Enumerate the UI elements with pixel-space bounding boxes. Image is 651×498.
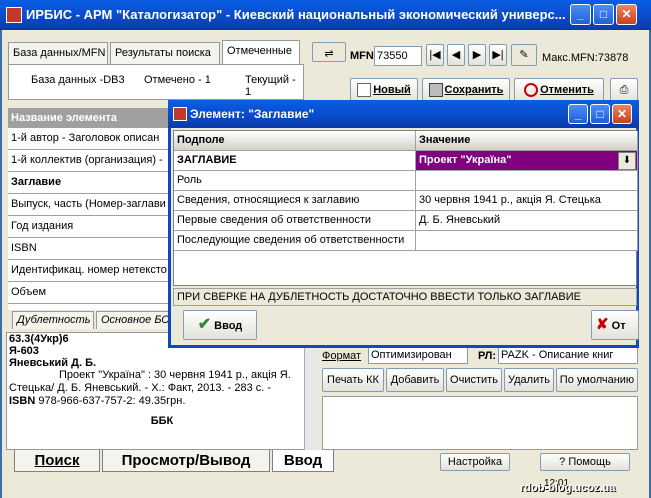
mfn-input[interactable]: 73550 [374,46,422,66]
format-select[interactable]: Оптимизирован [368,346,468,364]
help-button[interactable]: ? Помощь [540,453,630,471]
subfield-value[interactable]: 30 червня 1941 р., акція Я. Стецька [416,191,638,211]
field-row[interactable]: ISBN [8,238,172,260]
help-label: Помощь [568,456,611,468]
print-icon[interactable]: ⎙ [610,78,638,102]
field-row[interactable]: 1-й автор - Заголовок описан [8,128,172,150]
tab-duplicates[interactable]: Дублетность [12,311,94,329]
dialog-title-text: Элемент: "Заглавие" [190,107,315,121]
dialog-cancel-button[interactable]: ✘ От [591,310,639,340]
watermark: rdob-blog.ucoz.ua [520,482,616,494]
undo-icon [524,83,539,98]
grid-filler [8,304,172,310]
settings-button[interactable]: Настройка [440,453,510,471]
new-doc-icon [357,83,372,98]
preview-isbn: 978-966-637-757-2: 49.35грн. [35,395,186,407]
print-card-button[interactable]: Печать КК [322,368,384,392]
subfield-table: Подполе Значение ЗАГЛАВИЕ Проект "Україн… [173,130,638,286]
subfield-value[interactable] [416,231,638,251]
subfield-value[interactable]: Д. Б. Яневський [416,211,638,231]
tab-main-bo[interactable]: Основное БО [96,311,170,329]
subfield-value-selected[interactable]: Проект "Україна" [416,151,638,171]
status-marked: Отмечено - 1 [144,74,211,86]
preview-bbk: ББК [150,415,174,427]
subfield-value[interactable] [416,171,638,191]
save-record-button[interactable]: Сохранить [422,78,510,102]
help-icon: ? [559,456,566,468]
maximize-button[interactable]: □ [593,4,614,25]
rl-label: РЛ: [478,350,497,362]
tab-marked[interactable]: Отмеченные [222,40,300,64]
tab-search-results[interactable]: Результаты поиска [110,42,220,64]
rl-select[interactable]: PAZK - Описание книг [498,346,638,364]
preview-body: Проект "Україна" : 30 червня 1941 р., ак… [9,369,291,394]
value-dropdown-button[interactable]: ⬇ [618,152,636,170]
check-icon: ✔ [197,316,212,333]
subfield-name[interactable]: Последующие сведения об ответственности [174,231,416,251]
preview-author: Яневський Д. Б. [9,357,97,369]
format-label: Формат [322,350,362,362]
record-preview: 63.3(4Укр)6 Я-603 Яневський Д. Б. Проект… [6,332,318,450]
dialog-ok-button[interactable]: ✔ Ввод [183,310,257,340]
field-row[interactable]: 1-й коллектив (организация) - [8,150,172,172]
default-button[interactable]: По умолчанию [556,368,638,392]
mfn-label: MFN [350,50,374,62]
app-icon [6,7,22,23]
tab-input[interactable]: Ввод [272,450,334,472]
action-output-panel [322,396,638,450]
cross-icon: ✘ [596,316,609,333]
status-db: База данных -DB3 [31,74,125,86]
field-row-selected[interactable]: Заглавие [8,172,172,194]
max-mfn-label: Макс.MFN:73878 [542,52,629,64]
prev-record-button[interactable]: ◀ [447,44,465,66]
col-header-subfield: Подполе [174,131,416,151]
field-row[interactable]: Идентификац. номер нетексто [8,260,172,282]
window-title-text: ИРБИС - АРМ "Каталогизатор" - Киевский н… [26,7,566,22]
tab-search[interactable]: Поиск [14,450,100,472]
minimize-button[interactable]: _ [570,4,591,25]
main-window-title: ИРБИС - АРМ "Каталогизатор" - Киевский н… [0,0,651,30]
cancel-label: Отменить [540,84,594,96]
new-label: Новый [373,84,411,96]
subfield-name[interactable]: Первые сведения об ответственности [174,211,416,231]
first-record-button[interactable]: |◀ [426,44,444,66]
element-dialog: Элемент: "Заглавие" _ □ ✕ Подполе Значен… [168,100,639,348]
search-tools-icon[interactable]: ✎ [511,44,537,66]
new-record-button[interactable]: Новый [350,78,418,102]
dialog-cancel-label: От [611,320,626,332]
add-button[interactable]: Добавить [386,368,444,392]
clear-button[interactable]: Очистить [446,368,502,392]
ok-label: Ввод [214,320,243,332]
subfield-name[interactable]: Роль [174,171,416,191]
save-icon [428,83,443,98]
status-current: Текущий - 1 [245,74,296,98]
tab-db-mfn[interactable]: База данных/MFN [8,42,108,64]
dialog-minimize-button[interactable]: _ [568,104,588,124]
preview-isbn-label: ISBN [9,395,36,407]
field-row[interactable]: Выпуск, часть (Номер-заглави [8,194,172,216]
dialog-hint: ПРИ СВЕРКЕ НА ДУБЛЕТНОСТЬ ДОСТАТОЧНО ВВЕ… [173,288,637,306]
preview-scrollbar[interactable] [304,332,318,450]
status-panel: База данных -DB3 Отмечено - 1 Текущий - … [8,64,304,100]
subfield-name[interactable]: Сведения, относящиеся к заглавию [174,191,416,211]
field-row[interactable]: Год издания [8,216,172,238]
col-header-value: Значение [416,131,638,151]
delete-button[interactable]: Удалить [504,368,554,392]
subfield-name[interactable]: ЗАГЛАВИЕ [174,151,416,171]
register-icon[interactable]: ⇌ [312,42,346,62]
cancel-record-button[interactable]: Отменить [514,78,604,102]
next-record-button[interactable]: ▶ [468,44,486,66]
tab-view-output[interactable]: Просмотр/Вывод [102,450,270,472]
close-button[interactable]: ✕ [616,4,637,25]
dialog-maximize-button[interactable]: □ [590,104,610,124]
last-record-button[interactable]: ▶| [489,44,507,66]
fields-grid-header: Название элемента [8,108,172,128]
dialog-app-icon [173,107,187,121]
save-label: Сохранить [444,84,504,96]
dialog-close-button[interactable]: ✕ [612,104,632,124]
field-row[interactable]: Объем [8,282,172,304]
